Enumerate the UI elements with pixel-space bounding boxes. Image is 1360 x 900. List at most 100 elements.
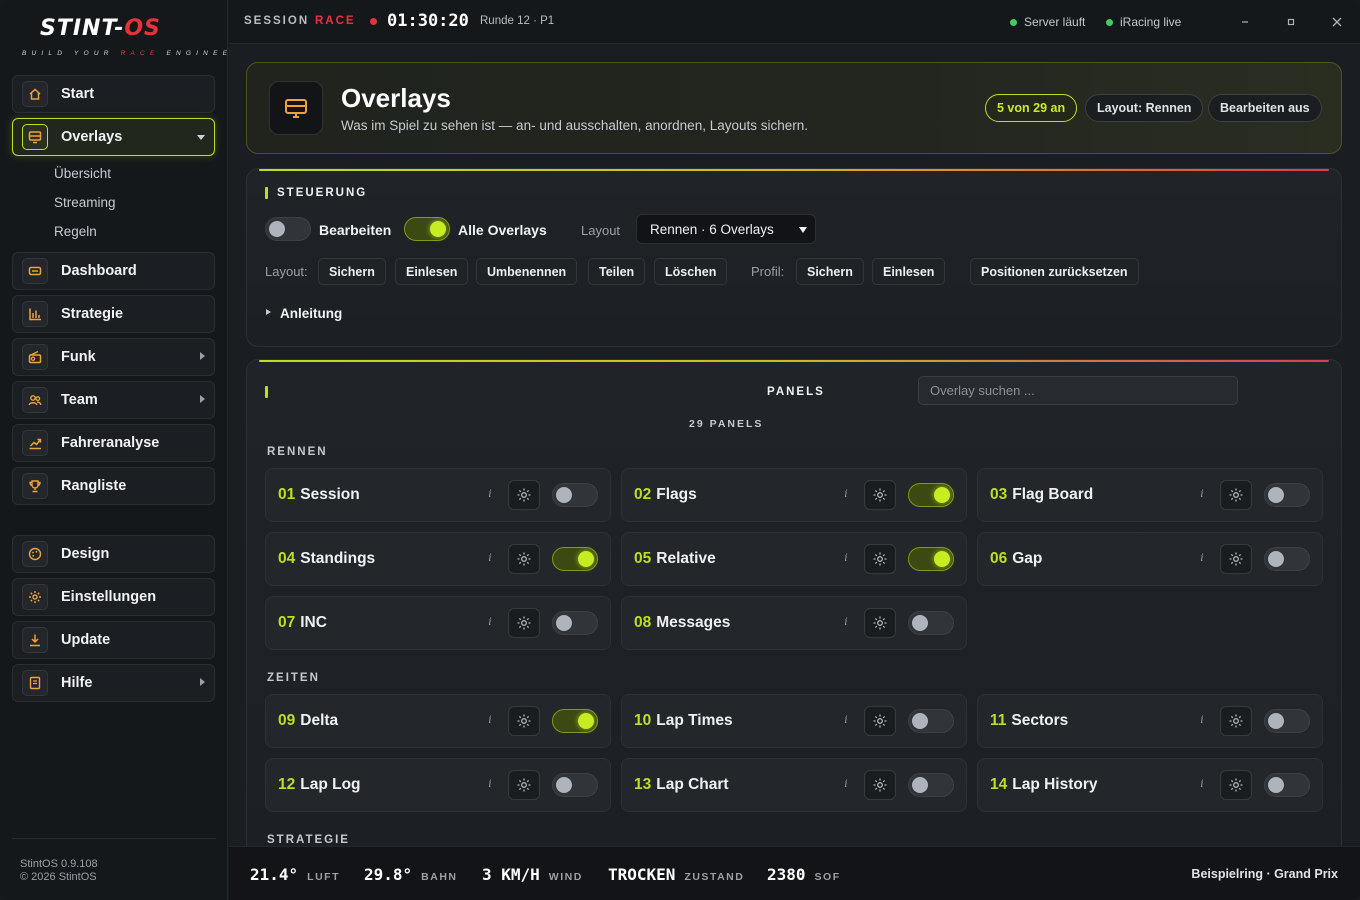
panel-toggle[interactable] [908, 773, 954, 797]
panel-name: 14 Lap History [990, 776, 1098, 794]
overlay-search-input[interactable]: Overlay suchen ... [918, 376, 1238, 405]
info-icon[interactable]: i [482, 713, 498, 729]
info-icon[interactable]: i [482, 777, 498, 793]
overlay-panel: 11 Sectors i [977, 694, 1323, 748]
iracing-status: iRacing live [1106, 15, 1181, 29]
layout-delete-button[interactable]: Löschen [654, 258, 728, 285]
gear-icon[interactable] [1220, 480, 1252, 510]
gear-icon[interactable] [864, 770, 896, 800]
nav-strategie[interactable]: Strategie [12, 295, 215, 333]
nav-hilfe[interactable]: Hilfe [12, 664, 215, 702]
toggle-knob [556, 487, 572, 503]
info-icon[interactable]: i [482, 551, 498, 567]
info-icon[interactable]: i [838, 487, 854, 503]
all-overlays-toggle[interactable] [404, 217, 450, 241]
layout-save-button[interactable]: Sichern [318, 258, 386, 285]
layout-rename-button[interactable]: Umbenennen [476, 258, 578, 285]
info-icon[interactable]: i [482, 487, 498, 503]
toggle-knob [430, 221, 446, 237]
gear-icon[interactable] [864, 706, 896, 736]
gear-icon[interactable] [1220, 706, 1252, 736]
sub-item-regeln[interactable]: Regeln [54, 224, 97, 239]
info-icon[interactable]: i [1194, 551, 1210, 567]
panel-toggle[interactable] [552, 483, 598, 507]
panel-toggle[interactable] [552, 773, 598, 797]
nav-team[interactable]: Team [12, 381, 215, 419]
layout-select[interactable]: Rennen · 6 Overlays [636, 214, 816, 244]
minimize-button[interactable] [1231, 8, 1259, 36]
main-content: Overlays Was im Spiel zu sehen ist — an-… [229, 45, 1360, 879]
gear-icon[interactable] [508, 770, 540, 800]
nav-design[interactable]: Design [12, 535, 215, 573]
panel-toggle[interactable] [552, 611, 598, 635]
close-button[interactable] [1323, 8, 1351, 36]
nav-label: Hilfe [61, 675, 93, 691]
info-icon[interactable]: i [838, 615, 854, 631]
gear-icon[interactable] [1220, 544, 1252, 574]
profile-actions-label: Profil: [751, 264, 785, 279]
overlay-panel: 14 Lap History i [977, 758, 1323, 812]
overlay-panel: 06 Gap i [977, 532, 1323, 586]
reset-positions-button[interactable]: Positionen zurücksetzen [970, 258, 1139, 285]
panel-title: Flag Board [1012, 486, 1094, 503]
info-icon[interactable]: i [1194, 487, 1210, 503]
group-label-strategie: STRATEGIE [267, 834, 350, 846]
control-card: STEUERUNG Bearbeiten Alle Overlays Layou… [246, 168, 1342, 347]
nav-label: Design [61, 546, 110, 562]
panel-title: INC [300, 614, 327, 631]
info-icon[interactable]: i [1194, 713, 1210, 729]
panel-toggle[interactable] [1264, 773, 1310, 797]
panel-toggle[interactable] [908, 547, 954, 571]
gear-icon[interactable] [864, 544, 896, 574]
panel-toggle[interactable] [552, 547, 598, 571]
panels-count: 29 PANELS [689, 418, 764, 430]
nav-funk[interactable]: Funk [12, 338, 215, 376]
gear-icon[interactable] [864, 608, 896, 638]
layout-load-button[interactable]: Einlesen [395, 258, 469, 285]
panel-toggle[interactable] [1264, 483, 1310, 507]
panel-toggle[interactable] [908, 709, 954, 733]
edit-mode-pill[interactable]: Bearbeiten aus [1208, 94, 1322, 122]
gear-icon[interactable] [864, 480, 896, 510]
nav-start[interactable]: Start [12, 75, 215, 113]
edit-toggle[interactable] [265, 217, 311, 241]
nav-dashboard[interactable]: Dashboard [12, 252, 215, 290]
panel-toggle[interactable] [1264, 709, 1310, 733]
nav-einstellungen[interactable]: Einstellungen [12, 578, 215, 616]
bar-chart-icon [22, 301, 48, 327]
panel-toggle[interactable] [908, 483, 954, 507]
info-icon[interactable]: i [1194, 777, 1210, 793]
panel-name: 09 Delta [278, 712, 338, 730]
info-icon[interactable]: i [482, 615, 498, 631]
panel-title: Delta [300, 712, 339, 729]
palette-icon [22, 541, 48, 567]
nav-rangliste[interactable]: Rangliste [12, 467, 215, 505]
nav-overlays[interactable]: Overlays [12, 118, 215, 156]
gear-icon[interactable] [508, 480, 540, 510]
info-icon[interactable]: i [838, 551, 854, 567]
layout-pill[interactable]: Layout: Rennen [1085, 94, 1204, 122]
layout-share-button[interactable]: Teilen [588, 258, 646, 285]
nav-update[interactable]: Update [12, 621, 215, 659]
monitor-icon [269, 81, 323, 135]
info-icon[interactable]: i [838, 713, 854, 729]
info-icon[interactable]: i [838, 777, 854, 793]
panel-title: Lap Chart [656, 776, 729, 793]
group-label-rennen: RENNEN [267, 446, 328, 458]
guide-expander[interactable]: Anleitung [266, 306, 342, 321]
nav-fahreranalyse[interactable]: Fahreranalyse [12, 424, 215, 462]
profile-save-button[interactable]: Sichern [796, 258, 864, 285]
gear-icon[interactable] [508, 706, 540, 736]
panel-toggle[interactable] [552, 709, 598, 733]
gear-icon[interactable] [508, 544, 540, 574]
sub-item-uebersicht[interactable]: Übersicht [54, 166, 111, 181]
sub-item-streaming[interactable]: Streaming [54, 195, 116, 210]
chevron-down-icon [197, 135, 205, 140]
panel-toggle[interactable] [908, 611, 954, 635]
gear-icon[interactable] [508, 608, 540, 638]
panel-toggle[interactable] [1264, 547, 1310, 571]
layout-actions-label: Layout: [265, 264, 308, 279]
profile-load-button[interactable]: Einlesen [872, 258, 946, 285]
maximize-button[interactable] [1277, 8, 1305, 36]
gear-icon[interactable] [1220, 770, 1252, 800]
